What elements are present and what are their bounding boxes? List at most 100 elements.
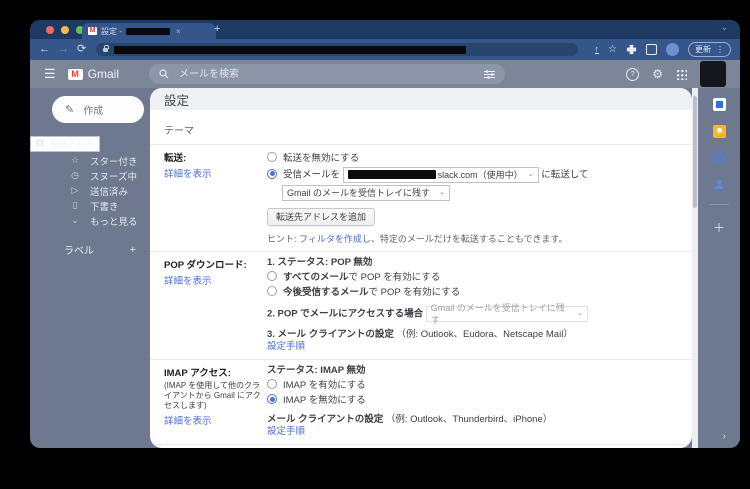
compose-button[interactable]: ✎ 作成	[52, 96, 144, 123]
forwarding-enable-option[interactable]: 受信メールを slack.com（使用中） ⌄ に転送して	[267, 167, 692, 183]
share-icon[interactable]: ↑	[595, 45, 600, 54]
calendar-icon[interactable]	[713, 98, 726, 111]
forwarding-label: 転送:	[164, 153, 186, 164]
forwarding-disable-option[interactable]: 転送を無効にする	[267, 152, 692, 165]
create-filter-link[interactable]: フィルタを作成	[299, 234, 362, 244]
draft-icon: ▯	[70, 201, 80, 211]
sidebar-item-snoozed[interactable]: ◷ スヌーズ中	[30, 168, 150, 183]
menu-kebab-icon[interactable]: ⋮	[716, 45, 724, 54]
get-addons-button[interactable]: ＋	[713, 219, 725, 236]
browser-window: M 設定 - × + ⌄ ← → ⟳ ↑ ☆ 更新 ⋮ ☰	[30, 20, 740, 448]
pop-enable-future-option[interactable]: 今後受信するメールで POP を有効にする	[267, 286, 692, 299]
update-button[interactable]: 更新 ⋮	[688, 42, 731, 57]
bookmark-star-icon[interactable]: ☆	[608, 44, 617, 55]
back-icon[interactable]: ←	[39, 44, 50, 55]
pop-enable-all-option[interactable]: すべてのメールで POP を有効にする	[267, 271, 692, 284]
hamburger-menu-icon[interactable]: ☰	[44, 66, 56, 82]
minimize-window-button[interactable]	[61, 26, 69, 34]
imap-label: IMAP アクセス:	[164, 368, 231, 379]
add-forwarding-address-button[interactable]: 転送先アドレスを追加	[267, 208, 375, 226]
apps-grid-icon[interactable]	[676, 69, 687, 80]
sidebar-item-label: もっと見る	[90, 214, 138, 228]
pop-instructions-link[interactable]: 設定手順	[267, 341, 305, 352]
forwarding-details-link[interactable]: 詳細を表示	[164, 166, 267, 180]
pencil-icon: ✎	[65, 103, 74, 116]
redacted-url	[114, 46, 466, 54]
search-icon	[159, 69, 169, 79]
tune-icon[interactable]	[484, 70, 495, 79]
forward-icon[interactable]: →	[58, 44, 69, 55]
search-input[interactable]	[177, 68, 476, 81]
tab-overview-chevron-icon[interactable]: ⌄	[720, 22, 728, 33]
sidebar-item-more[interactable]: ⌄ もっと見る	[30, 213, 150, 228]
radio-checked-icon[interactable]	[267, 169, 277, 179]
settings-gear-icon[interactable]: ⚙	[652, 68, 663, 80]
imap-client-label: メール クライアントの設定	[267, 414, 383, 425]
radio-label: 転送を無効にする	[283, 153, 359, 164]
keep-icon[interactable]	[713, 125, 726, 138]
radio-label: で POP を有効にする	[348, 272, 440, 283]
update-button-label: 更新	[695, 44, 711, 55]
browser-profile-avatar[interactable]	[666, 43, 679, 56]
pop-details-link[interactable]: 詳細を表示	[164, 273, 267, 287]
imap-section: IMAP アクセス: (IMAP を使用して他のクライアントから Gmail に…	[150, 360, 692, 445]
close-window-button[interactable]	[46, 26, 54, 34]
radio-checked-icon[interactable]	[267, 394, 277, 404]
window-controls	[46, 26, 84, 34]
account-avatar[interactable]	[700, 61, 726, 87]
page-title: 設定	[164, 90, 189, 109]
imap-disable-option[interactable]: IMAP を無効にする	[267, 394, 692, 407]
forward-suffix: に転送して	[541, 170, 588, 181]
imap-instructions-link[interactable]: 設定手順	[267, 426, 305, 437]
settings-title-bar: 設定	[150, 88, 692, 110]
radio-label: 受信メールを	[283, 170, 340, 181]
address-bar[interactable]	[96, 43, 578, 56]
side-panel-icon[interactable]	[646, 44, 657, 55]
keep-copy-select[interactable]: Gmail のメールを受信トレイに残す ⌄	[282, 185, 450, 201]
forwarding-hint: ヒント: フィルタを作成し、特定のメールだけを転送することもできます。	[267, 233, 692, 245]
contacts-icon[interactable]	[713, 178, 725, 190]
scrollbar-thumb[interactable]	[693, 96, 697, 208]
snooze-icon: ◷	[70, 171, 80, 181]
star-icon: ☆	[70, 156, 80, 166]
radio-unchecked-icon[interactable]	[267, 286, 277, 296]
pop-step2-label: 2. POP でメールにアクセスする場合	[267, 309, 423, 320]
settings-panel: 設定 全般 ラベル 受信トレイ アカウントとインポート フィルタとブロック中のア…	[150, 88, 692, 448]
extensions-icon[interactable]	[626, 44, 637, 55]
radio-unchecked-icon[interactable]	[267, 271, 277, 281]
imap-status: ステータス: IMAP 無効	[267, 365, 366, 376]
radio-label: IMAP を無効にする	[283, 395, 366, 406]
gmail-logo: M Gmail	[68, 67, 119, 81]
tab-theme[interactable]: テーマ	[164, 126, 194, 137]
sidebar-item-inbox[interactable]: ⊡ 受信トレイ	[30, 136, 100, 152]
help-icon[interactable]: ?	[626, 68, 639, 81]
reload-icon[interactable]: ⟳	[77, 44, 86, 55]
chevron-down-icon: ⌄	[439, 187, 445, 199]
pop-section: POP ダウンロード: 詳細を表示 1. ステータス: POP 無効 すべてのメ…	[150, 252, 692, 360]
forward-address-select[interactable]: slack.com（使用中） ⌄	[343, 167, 539, 183]
radio-unchecked-icon[interactable]	[267, 379, 277, 389]
sidebar-item-starred[interactable]: ☆ スター付き	[30, 153, 150, 168]
gmail-logo-text: Gmail	[88, 67, 119, 81]
chevron-down-icon: ⌄	[577, 308, 583, 320]
hide-side-panel-chevron[interactable]: ›	[723, 431, 726, 442]
imap-enable-option[interactable]: IMAP を有効にする	[267, 379, 692, 392]
tasks-icon[interactable]: ✓	[713, 152, 725, 164]
sidebar-item-label: 受信トレイ	[50, 137, 95, 150]
add-label-button[interactable]: +	[130, 244, 136, 256]
keep-copy-value: Gmail のメールを受信トレイに残す	[287, 187, 430, 199]
redacted-email	[348, 170, 436, 179]
browser-tab[interactable]: M 設定 - ×	[82, 23, 216, 39]
sidebar-item-sent[interactable]: ▷ 送信済み	[30, 183, 150, 198]
pop-access-select[interactable]: Gmail のメールを受信トレイに残す ⌄	[426, 306, 588, 322]
imap-details-link[interactable]: 詳細を表示	[164, 413, 267, 427]
radio-label: IMAP を有効にする	[283, 380, 366, 391]
search-bar[interactable]	[149, 64, 505, 84]
settings-tabs: 全般 ラベル 受信トレイ アカウントとインポート フィルタとブロック中のアドレス…	[150, 110, 692, 117]
radio-unchecked-icon[interactable]	[267, 152, 277, 162]
gmail-favicon-icon: M	[88, 27, 97, 35]
titlebar: M 設定 - × + ⌄	[30, 20, 740, 39]
sidebar-item-drafts[interactable]: ▯ 下書き	[30, 198, 150, 213]
tab-close-icon[interactable]: ×	[176, 27, 181, 36]
new-tab-button[interactable]: +	[214, 23, 220, 35]
